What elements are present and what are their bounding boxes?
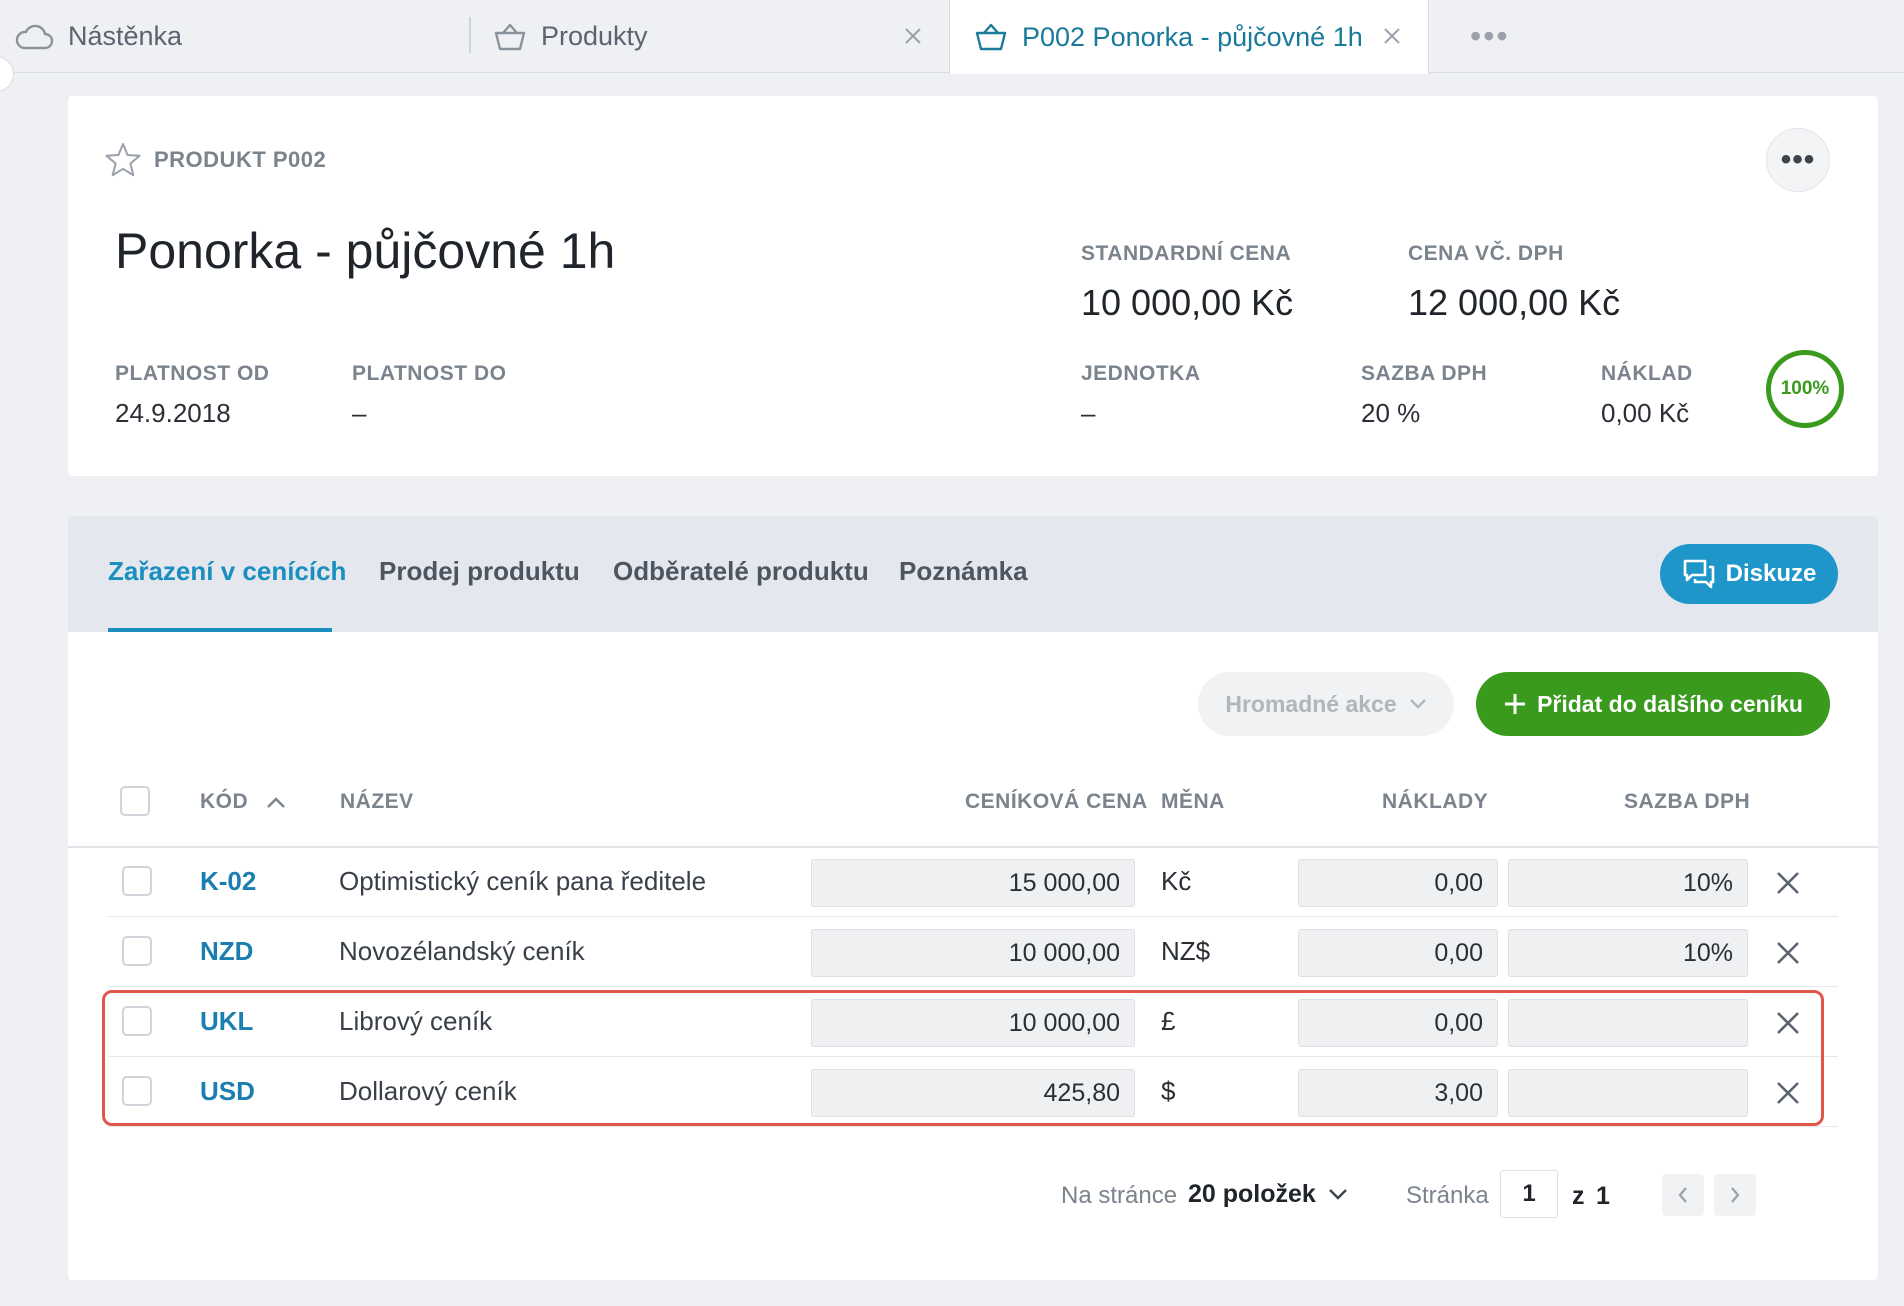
more-actions-button[interactable]: ••• xyxy=(1766,128,1830,192)
table-header-divider xyxy=(68,846,1878,848)
basket-icon xyxy=(974,22,1008,52)
row-checkbox[interactable] xyxy=(122,866,152,896)
standard-price-value: 10 000,00 Kč xyxy=(1081,282,1294,323)
row-price-input[interactable]: 10 000,00 xyxy=(811,929,1135,977)
breadcrumb: PRODUKT P002 xyxy=(104,142,326,178)
valid-to-label: PLATNOST DO xyxy=(352,362,507,385)
tab-product-detail-label: P002 Ponorka - půjčovné 1h xyxy=(1022,21,1363,52)
chat-icon xyxy=(1682,558,1716,590)
row-divider xyxy=(108,986,1838,987)
remove-row-icon[interactable] xyxy=(1773,868,1803,898)
page-title: Ponorka - půjčovné 1h xyxy=(115,223,616,279)
per-page-value: 20 položek xyxy=(1188,1180,1316,1208)
total-pages: 1 xyxy=(1596,1182,1610,1210)
row-name: Optimistický ceník pana ředitele xyxy=(339,866,707,896)
tab-dashboard-label: Nástěnka xyxy=(68,21,183,51)
previous-page-button[interactable] xyxy=(1662,1174,1704,1216)
vat-rate-label: SAZBA DPH xyxy=(1361,362,1488,385)
more-tabs-button[interactable]: ••• xyxy=(1470,0,1550,73)
per-page-label: Na stránce xyxy=(1061,1182,1178,1209)
next-page-button[interactable] xyxy=(1714,1174,1756,1216)
close-tab-icon[interactable] xyxy=(899,22,927,50)
row-vat-input[interactable]: 10% xyxy=(1508,859,1748,907)
tab-bar: Nástěnka Produkty P002 Ponorka - půjčovn… xyxy=(0,0,1904,92)
price-vat-label: CENA VČ. DPH xyxy=(1408,242,1564,265)
tab-products-label: Produkty xyxy=(541,21,648,51)
page-of-label: z xyxy=(1572,1182,1585,1210)
bulk-actions-label: Hromadné akce xyxy=(1225,690,1397,717)
chevron-left-icon xyxy=(1677,1186,1689,1204)
per-page-dropdown[interactable]: 20 položek xyxy=(1188,1180,1348,1209)
page-label: Stránka xyxy=(1406,1182,1489,1209)
tab-note[interactable]: Poznámka xyxy=(899,556,1028,587)
highlight-annotation-box xyxy=(102,990,1824,1126)
basket-icon xyxy=(493,22,527,52)
discussion-button[interactable]: Diskuze xyxy=(1660,544,1838,604)
row-code-link[interactable]: K-02 xyxy=(200,866,256,897)
unit-value: – xyxy=(1081,398,1096,428)
row-divider xyxy=(108,916,1838,917)
row-divider xyxy=(108,1126,1838,1127)
row-checkbox[interactable] xyxy=(122,936,152,966)
chevron-down-icon xyxy=(1328,1188,1348,1201)
page-number-input[interactable]: 1 xyxy=(1500,1170,1558,1218)
row-code-link[interactable]: NZD xyxy=(200,936,253,967)
cost-label: NÁKLAD xyxy=(1601,362,1693,385)
cloud-icon xyxy=(14,23,54,51)
unit-label: JEDNOTKA xyxy=(1081,362,1201,385)
column-header-costs[interactable]: NÁKLADY xyxy=(1382,790,1488,814)
column-header-vat[interactable]: SAZBA DPH xyxy=(1624,790,1750,814)
row-price-input[interactable]: 15 000,00 xyxy=(811,859,1135,907)
column-header-price[interactable]: CENÍKOVÁ CENA xyxy=(965,790,1148,814)
price-vat-value: 12 000,00 Kč xyxy=(1408,282,1621,323)
breadcrumb-label: PRODUKT P002 xyxy=(154,147,327,172)
valid-from-label: PLATNOST OD xyxy=(115,362,270,385)
pricelists-panel: Zařazení v cenících Prodej produktu Odbě… xyxy=(68,516,1878,1280)
column-header-code-label: KÓD xyxy=(200,790,249,813)
valid-to-value: – xyxy=(352,398,367,428)
bulk-actions-dropdown[interactable]: Hromadné akce xyxy=(1198,672,1454,736)
row-name: Novozélandský ceník xyxy=(339,936,585,966)
tab-dashboard[interactable]: Nástěnka xyxy=(14,0,469,73)
discussion-label: Diskuze xyxy=(1725,560,1817,587)
row-costs-input[interactable]: 0,00 xyxy=(1298,929,1498,977)
column-header-currency[interactable]: MĚNA xyxy=(1161,790,1225,814)
cost-value: 0,00 Kč xyxy=(1601,398,1690,428)
chevron-right-icon xyxy=(1729,1186,1741,1204)
row-currency: Kč xyxy=(1161,866,1192,896)
active-tab-indicator xyxy=(108,628,332,632)
add-to-pricelist-button[interactable]: Přidat do dalšího ceníku xyxy=(1476,672,1830,736)
add-to-pricelist-label: Přidat do dalšího ceníku xyxy=(1537,690,1803,717)
row-currency: NZ$ xyxy=(1161,936,1211,966)
select-all-checkbox[interactable] xyxy=(120,786,150,816)
close-tab-icon[interactable] xyxy=(1378,22,1406,50)
completeness-ring: 100% xyxy=(1766,350,1844,428)
more-tabs-label: ••• xyxy=(1470,18,1510,54)
panel-tabs: Zařazení v cenících Prodej produktu Odbě… xyxy=(68,516,1878,632)
row-vat-input[interactable]: 10% xyxy=(1508,929,1748,977)
vat-rate-value: 20 % xyxy=(1361,398,1421,428)
column-header-code[interactable]: KÓD xyxy=(200,790,286,814)
completeness-value: 100% xyxy=(1780,378,1830,399)
standard-price-label: STANDARDNÍ CENA xyxy=(1081,242,1292,265)
star-icon[interactable] xyxy=(104,142,142,178)
tab-pricelists[interactable]: Zařazení v cenících xyxy=(108,556,346,587)
remove-row-icon[interactable] xyxy=(1773,938,1803,968)
row-costs-input[interactable]: 0,00 xyxy=(1298,859,1498,907)
sort-ascending-icon xyxy=(266,796,286,809)
tab-product-customers[interactable]: Odběratelé produktu xyxy=(613,556,869,587)
tab-product-sales[interactable]: Prodej produktu xyxy=(379,556,580,587)
column-header-name[interactable]: NÁZEV xyxy=(340,790,414,814)
chevron-down-icon xyxy=(1409,698,1427,710)
more-actions-label: ••• xyxy=(1780,143,1816,176)
plus-icon xyxy=(1503,692,1527,716)
valid-from-value: 24.9.2018 xyxy=(115,398,231,428)
tab-products[interactable]: Produkty xyxy=(469,0,949,73)
sidebar-collapse-handle[interactable] xyxy=(0,56,14,92)
tab-product-detail[interactable]: P002 Ponorka - půjčovné 1h xyxy=(949,0,1429,74)
